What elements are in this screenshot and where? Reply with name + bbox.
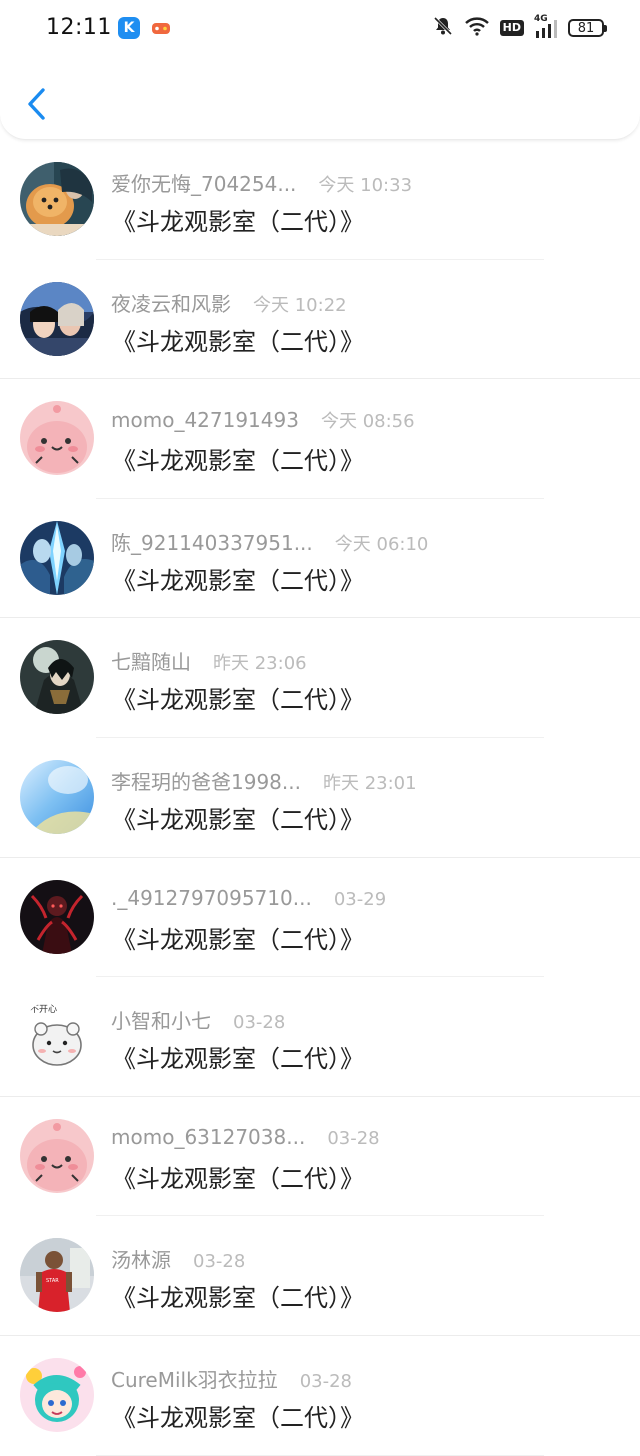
list-item[interactable]: 陈_921140337951... 今天 06:10 《斗龙观影室（二代）》 — [0, 499, 640, 619]
avatar[interactable]: STAR — [20, 1238, 94, 1313]
timestamp: 03-29 — [333, 888, 387, 910]
item-meta: ._4912797095710... 03-29 — [111, 886, 386, 914]
user-name[interactable]: 小智和小七 — [111, 1005, 211, 1034]
item-meta: momo_63127038... 03-28 — [111, 1125, 380, 1153]
user-name[interactable]: 陈_921140337951... — [111, 527, 313, 556]
user-name[interactable]: ._4912797095710... — [111, 886, 312, 910]
message-text[interactable]: 《斗龙观影室（二代）》 — [112, 800, 364, 835]
bell-off-icon — [432, 15, 454, 41]
avatar[interactable] — [20, 401, 94, 476]
message-text[interactable]: 《斗龙观影室（二代）》 — [112, 920, 364, 955]
list-item[interactable]: 夜凌云和风影 今天 10:22 《斗龙观影室（二代）》 — [0, 260, 640, 380]
divider — [96, 1454, 544, 1456]
item-meta: momo_427191493 今天 08:56 — [111, 407, 415, 435]
battery-level: 81 — [577, 20, 595, 36]
list-item[interactable]: CureMilk羽衣拉拉 03-28 《斗龙观影室（二代）》 — [0, 1336, 640, 1456]
game-app-icon — [150, 17, 172, 39]
user-name[interactable]: 汤林源 — [111, 1244, 171, 1273]
message-text[interactable]: 《斗龙观影室（二代）》 — [112, 1039, 364, 1074]
list-item[interactable]: ._4912797095710... 03-29 《斗龙观影室（二代）》 — [0, 858, 640, 978]
app-k-icon: K — [118, 17, 140, 39]
timestamp: 今天 10:22 — [253, 294, 347, 316]
user-name[interactable]: 夜凌云和风影 — [111, 288, 231, 317]
item-meta: 夜凌云和风影 今天 10:22 — [111, 288, 347, 316]
message-text[interactable]: 《斗龙观影室（二代）》 — [112, 1278, 364, 1313]
avatar[interactable]: 不开心 — [20, 999, 94, 1074]
user-name[interactable]: momo_63127038... — [111, 1125, 305, 1149]
avatar[interactable] — [20, 1357, 94, 1432]
avatar[interactable] — [20, 759, 94, 834]
avatar[interactable] — [20, 640, 94, 715]
avatar[interactable] — [20, 879, 94, 954]
message-text[interactable]: 《斗龙观影室（二代）》 — [112, 680, 364, 715]
avatar[interactable] — [20, 281, 94, 356]
wifi-icon — [464, 16, 490, 40]
item-meta: 七黯随山 昨天 23:06 — [111, 646, 307, 674]
message-text[interactable]: 《斗龙观影室（二代）》 — [112, 561, 364, 596]
message-list: 爱你无悔_704254... 今天 10:33 《斗龙观影室（二代）》 夜凌云和风影今… — [0, 140, 640, 1456]
timestamp: 昨天 23:01 — [322, 772, 417, 794]
user-name[interactable]: 李程玥的爸爸1998... — [111, 766, 301, 795]
user-name[interactable]: momo_427191493 — [111, 408, 299, 432]
timestamp: 今天 08:56 — [320, 411, 415, 433]
svg-text:STAR: STAR — [46, 1278, 59, 1284]
message-text[interactable]: 《斗龙观影室（二代）》 — [112, 1159, 364, 1194]
list-item[interactable]: 不开心 小智和小七 03-28 《斗龙观影室（二代）》 — [0, 977, 640, 1097]
user-name[interactable]: 七黯随山 — [111, 646, 191, 675]
status-icons: HD 4G 81 — [432, 14, 607, 42]
signal-icon: 4G — [534, 14, 558, 39]
item-meta: 小智和小七 03-28 — [111, 1005, 285, 1033]
message-text[interactable]: 《斗龙观影室（二代）》 — [112, 202, 364, 237]
list-item[interactable]: 爱你无悔_704254... 今天 10:33 《斗龙观影室（二代）》 — [0, 140, 640, 260]
battery-icon: 81 — [568, 19, 607, 37]
list-item[interactable]: 李程玥的爸爸1998... 昨天 23:01 《斗龙观影室（二代）》 — [0, 738, 640, 858]
user-name[interactable]: 爱你无悔_704254... — [111, 168, 296, 197]
message-text[interactable]: 《斗龙观影室（二代）》 — [112, 322, 364, 357]
message-text[interactable]: 《斗龙观影室（二代）》 — [112, 441, 364, 476]
item-meta: 汤林源 03-28 — [111, 1244, 245, 1272]
item-meta: 爱你无悔_704254... 今天 10:33 — [111, 168, 412, 196]
timestamp: 今天 06:10 — [334, 533, 429, 555]
timestamp: 昨天 23:06 — [213, 653, 307, 675]
avatar[interactable] — [20, 1118, 94, 1193]
item-meta: CureMilk羽衣拉拉 03-28 — [111, 1364, 352, 1392]
status-bar: 12:11 K HD 4G 81 — [0, 0, 640, 56]
user-name[interactable]: CureMilk羽衣拉拉 — [111, 1364, 278, 1393]
timestamp: 03-28 — [233, 1012, 286, 1034]
hd-badge: HD — [499, 20, 524, 36]
message-text[interactable]: 《斗龙观影室（二代）》 — [112, 1398, 364, 1433]
timestamp: 今天 10:33 — [318, 175, 413, 196]
avatar[interactable] — [20, 520, 94, 595]
list-item[interactable]: momo_427191493 今天 08:56 《斗龙观影室（二代）》 — [0, 379, 640, 499]
chevron-left-icon — [28, 88, 45, 120]
back-button[interactable] — [18, 82, 54, 126]
top-bar: 12:11 K HD 4G 81 — [0, 0, 640, 140]
timestamp: 03-28 — [193, 1251, 246, 1273]
list-item[interactable]: STAR 汤林源 03-28 《斗龙观影室（二代）》 — [0, 1216, 640, 1336]
svg-text:不开心: 不开心 — [30, 1004, 57, 1015]
timestamp: 03-28 — [327, 1127, 380, 1149]
item-meta: 李程玥的爸爸1998... 昨天 23:01 — [111, 766, 417, 794]
item-meta: 陈_921140337951... 今天 06:10 — [111, 527, 428, 555]
avatar[interactable] — [20, 162, 94, 236]
list-item[interactable]: 七黯随山 昨天 23:06 《斗龙观影室（二代）》 — [0, 618, 640, 738]
timestamp: 03-28 — [299, 1370, 352, 1392]
status-time: 12:11 — [46, 15, 112, 40]
list-item[interactable]: momo_63127038... 03-28 《斗龙观影室（二代）》 — [0, 1097, 640, 1217]
